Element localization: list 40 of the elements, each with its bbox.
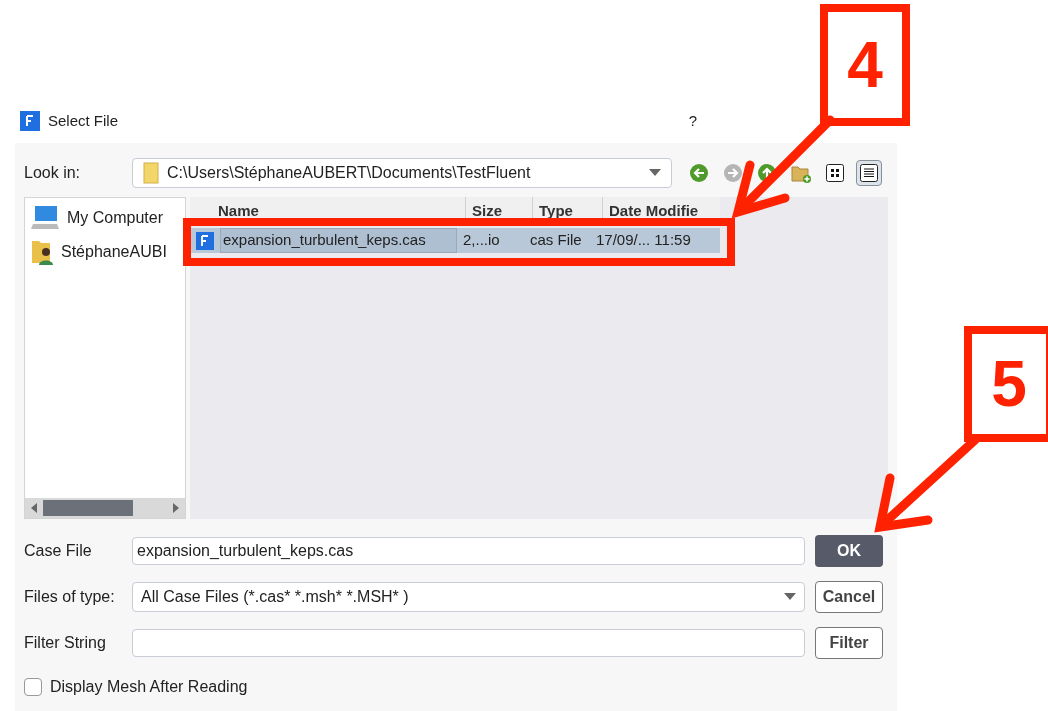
checkbox-label: Display Mesh After Reading (50, 677, 248, 697)
horizontal-scrollbar[interactable] (25, 498, 185, 518)
place-item[interactable]: StéphaneAUBI (31, 238, 185, 266)
ok-button[interactable]: OK (815, 535, 883, 567)
checkbox[interactable] (24, 678, 42, 696)
file-icon (196, 231, 214, 250)
window-title: Select File (48, 110, 119, 131)
help-button[interactable]: ? (688, 109, 697, 133)
column-header[interactable]: Date Modifie (602, 197, 720, 225)
table-cell-text: cas File (529, 230, 583, 251)
scroll-right-icon (173, 503, 179, 513)
path-text: C:\Users\StéphaneAUBERT\Documents\TestFluent (167, 163, 532, 183)
detail-view-button[interactable] (856, 160, 882, 186)
table-cell-text: 2,...io (462, 230, 501, 251)
app-logo-icon (20, 111, 40, 131)
place-item[interactable]: My Computer (31, 204, 185, 232)
dialog-button[interactable]: Filter (815, 627, 883, 659)
step-callout: 4 (820, 4, 910, 126)
table-cell-text: 17/09/... 11:59 (595, 230, 692, 251)
path-dropdown[interactable]: C:\Users\StéphaneAUBERT\Documents\TestFluent (132, 158, 672, 188)
input-field[interactable]: expansion_turbulent_keps.cas (132, 537, 805, 565)
step-callout: 5 (964, 326, 1048, 442)
field-label: Case File (24, 541, 93, 561)
computer-icon (31, 205, 61, 231)
caret-icon (784, 593, 796, 601)
look-in-label: Look in: (24, 163, 82, 183)
input-field[interactable] (132, 629, 805, 657)
scroll-left-icon (31, 503, 37, 513)
file-row[interactable]: expansion_turbulent_keps.cas 2,...io cas File 17/09/... 11:59 (190, 228, 720, 253)
caret-icon (649, 169, 661, 177)
field-label: Files of type: (24, 587, 116, 607)
field-label: Filter String (24, 633, 107, 653)
user-folder-icon (31, 238, 55, 266)
column-header[interactable]: Type (532, 197, 602, 225)
column-header[interactable]: Size (465, 197, 532, 225)
folder-icon (143, 162, 159, 184)
column-header[interactable]: Name (190, 197, 465, 225)
dialog-button[interactable]: Cancel (815, 581, 883, 613)
table-cell: expansion_turbulent_keps.cas (220, 228, 457, 253)
file-type-dropdown[interactable]: All Case Files (*.cas* *.msh* *.MSH* ) (132, 582, 805, 612)
